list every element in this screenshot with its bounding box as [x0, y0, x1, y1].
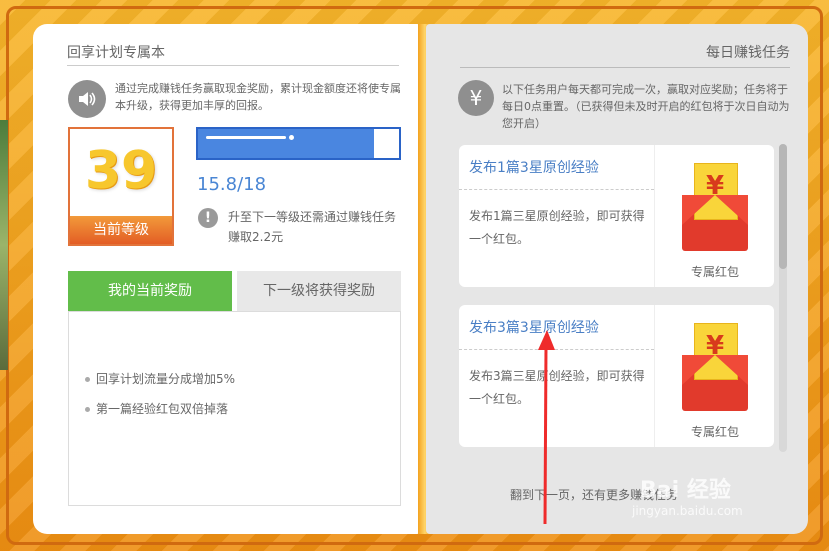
annotation-arrow-icon: [538, 330, 555, 525]
watermark: Bai 经验: [640, 478, 731, 503]
watermark-url: jingyan.baidu.com: [632, 504, 743, 518]
